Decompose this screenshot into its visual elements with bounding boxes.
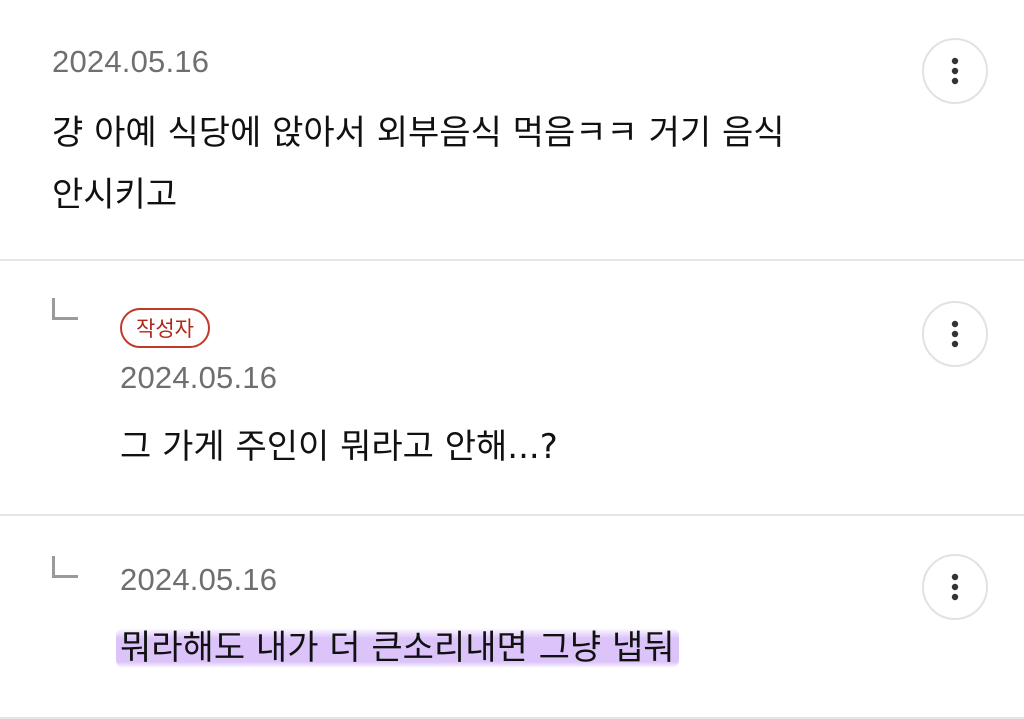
author-badge: 작성자 — [120, 308, 210, 348]
vertical-ellipsis-icon — [951, 320, 959, 348]
reply-item: 2024.05.16 뭐라해도 내가 더 큰소리내면 그냥 냅둬 — [0, 516, 1024, 719]
reply-arrow-icon — [52, 556, 78, 578]
more-options-button[interactable] — [922, 301, 988, 367]
vertical-ellipsis-icon — [951, 573, 959, 601]
more-options-button[interactable] — [922, 38, 988, 104]
more-options-button[interactable] — [922, 554, 988, 620]
comment-item: 2024.05.16 걍 아예 식당에 앉아서 외부음식 먹음ㅋㅋ 거기 음식 … — [0, 0, 1024, 261]
comment-date: 2024.05.16 — [120, 360, 278, 395]
comment-date: 2024.05.16 — [120, 562, 278, 597]
highlighted-text: 뭐라해도 내가 더 큰소리내면 그냥 냅둬 — [116, 628, 679, 668]
reply-arrow-icon — [52, 298, 78, 320]
comment-date: 2024.05.16 — [52, 44, 210, 79]
comment-text: 뭐라해도 내가 더 큰소리내면 그냥 냅둬 — [116, 617, 679, 679]
comment-text: 걍 아예 식당에 앉아서 외부음식 먹음ㅋㅋ 거기 음식 안시키고 — [52, 102, 785, 226]
reply-item: 작성자 2024.05.16 그 가게 주인이 뭐라고 안해...? — [0, 261, 1024, 516]
comment-text-line: 안시키고 — [52, 175, 178, 215]
comment-text-line: 걍 아예 식당에 앉아서 외부음식 먹음ㅋㅋ 거기 음식 — [52, 113, 785, 153]
vertical-ellipsis-icon — [951, 57, 959, 85]
comment-text: 그 가게 주인이 뭐라고 안해...? — [120, 427, 558, 467]
